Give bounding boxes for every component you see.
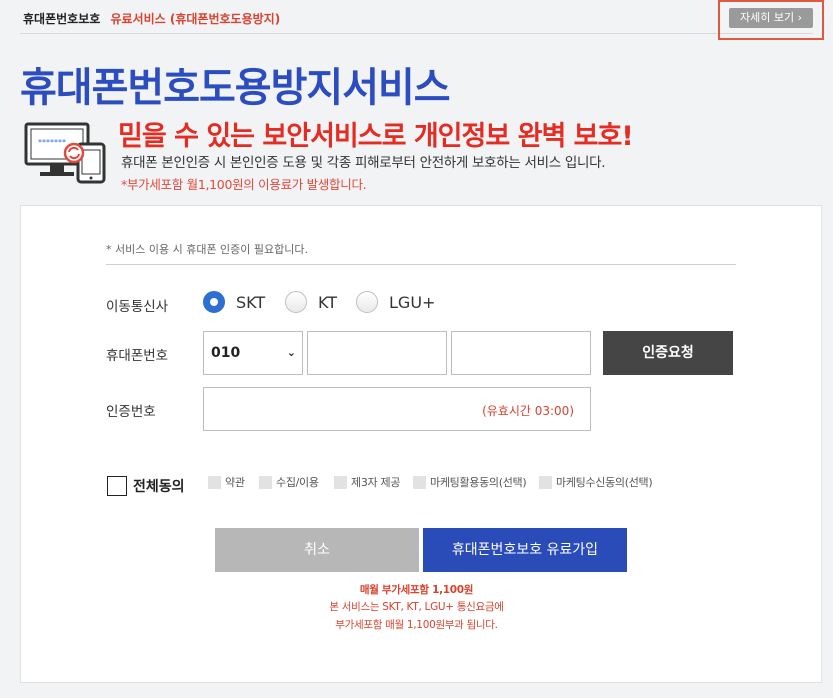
top-bar: 휴대폰번호보호 유료서비스 (휴대폰번호도용방지) 자세히 보기 › (0, 0, 833, 40)
security-device-icon: ******* (24, 122, 106, 184)
checkbox-icon (539, 475, 552, 489)
checkbox-icon (107, 476, 127, 496)
carrier-radio-kt[interactable]: KT (285, 291, 337, 313)
agree-item-label: 제3자 제공 (351, 476, 401, 489)
agree-thirdparty-checkbox[interactable]: 제3자 제공 (334, 474, 400, 490)
carrier-radio-lgu[interactable]: LGU+ (356, 291, 435, 313)
breadcrumb-home[interactable]: 휴대폰번호보호 (23, 12, 100, 26)
detail-view-button[interactable]: 자세히 보기 › (729, 8, 813, 28)
radio-unselected-icon (285, 291, 307, 313)
agree-terms-checkbox[interactable]: 약관 (208, 474, 245, 490)
phone-last-input[interactable] (451, 331, 591, 375)
code-label: 인증번호 (106, 404, 156, 420)
agree-marketing-use-checkbox[interactable]: 마케팅활용동의(선택) (413, 474, 527, 490)
headline: 믿을 수 있는 보안서비스로 개인정보 완벽 보호! (118, 121, 634, 152)
top-divider (20, 33, 813, 34)
billing-note-line2: 부가세포함 매월 1,100원부과 됩니다. (335, 619, 498, 631)
svg-text:*******: ******* (38, 138, 66, 147)
detail-button-highlight: 자세히 보기 › (718, 0, 824, 40)
carrier-radio-skt[interactable]: SKT (203, 291, 265, 313)
price-note: 매월 부가세포함 1,100원 (359, 584, 474, 596)
carrier-label: 이동통신사 (106, 299, 169, 315)
checkbox-icon (413, 475, 426, 489)
carrier-option-label: LGU+ (389, 292, 436, 312)
auth-request-button[interactable]: 인증요청 (603, 331, 733, 375)
carrier-option-label: SKT (236, 292, 266, 312)
carrier-option-label: KT (318, 292, 338, 312)
breadcrumb: 휴대폰번호보호 유료서비스 (휴대폰번호도용방지) (23, 10, 280, 27)
paid-join-button[interactable]: 휴대폰번호보호 유료가입 (423, 528, 627, 572)
checkbox-icon (334, 475, 347, 489)
agree-item-label: 마케팅수신동의(선택) (556, 476, 653, 489)
agree-item-label: 마케팅활용동의(선택) (430, 476, 527, 489)
phone-label: 휴대폰번호 (106, 348, 169, 364)
billing-note-line1: 본 서비스는 SKT, KT, LGU+ 통신요금에 (329, 601, 504, 613)
phone-prefix-value: 010 (211, 345, 241, 361)
service-description: 휴대폰 본인인증 시 본인인증 도용 및 각종 피해로부터 안전하게 보호하는 … (121, 155, 606, 171)
agree-all-checkbox[interactable]: 전체동의 (107, 476, 185, 496)
form-divider (106, 264, 736, 265)
breadcrumb-current: 유료서비스 (휴대폰번호도용방지) (110, 12, 281, 26)
phone-prefix-select[interactable]: 010 ⌄ (203, 331, 303, 375)
checkbox-icon (208, 475, 221, 489)
agree-marketing-receive-checkbox[interactable]: 마케팅수신동의(선택) (539, 474, 653, 490)
radio-unselected-icon (356, 291, 378, 313)
agree-item-label: 약관 (225, 476, 245, 489)
page-title: 휴대폰번호도용방지서비스 (20, 65, 451, 111)
cancel-button[interactable]: 취소 (215, 528, 419, 572)
phone-middle-input[interactable] (307, 331, 447, 375)
agree-collect-checkbox[interactable]: 수집/이용 (259, 474, 319, 490)
radio-selected-icon (203, 291, 225, 313)
auth-notice: * 서비스 이용 시 휴대폰 인증이 필요합니다. (106, 243, 309, 256)
fee-notice: *부가세포함 월1,100원의 이용료가 발생합니다. (121, 177, 367, 192)
agree-item-label: 수집/이용 (276, 476, 319, 489)
auth-code-input[interactable]: (유효시간 03:00) (203, 387, 591, 431)
checkbox-icon (259, 475, 272, 489)
timer-text: (유효시간 03:00) (482, 404, 574, 418)
chevron-down-icon: ⌄ (286, 346, 296, 359)
agree-all-label: 전체동의 (133, 479, 185, 495)
